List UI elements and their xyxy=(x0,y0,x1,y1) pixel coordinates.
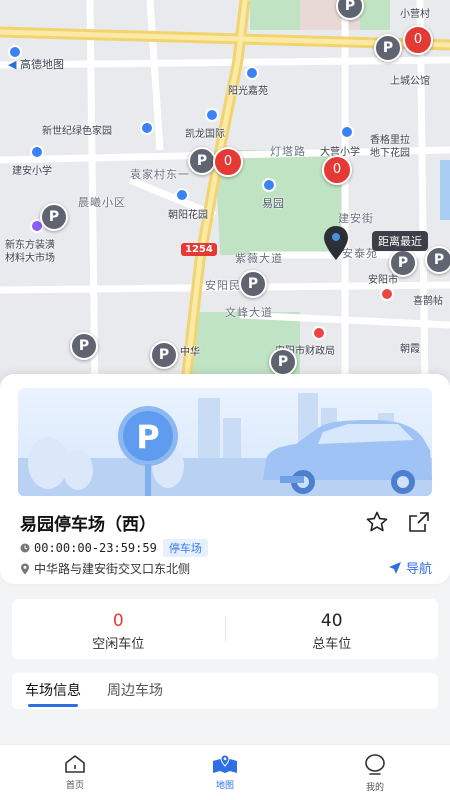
parking-pin[interactable]: P xyxy=(269,348,297,376)
bottom-navigation: 首页 地图 我的 xyxy=(0,744,450,800)
parking-pin[interactable]: P xyxy=(150,341,178,369)
parking-address: 中华路与建安街交叉口东北侧 xyxy=(34,562,191,576)
total-spaces-stat: 40 总车位 xyxy=(226,599,439,659)
map-label: 朝霞 xyxy=(400,344,420,355)
parking-pin[interactable]: P xyxy=(425,246,450,274)
amap-logo-icon: ◀ xyxy=(8,58,17,71)
nav-home-label: 首页 xyxy=(65,781,84,791)
road-label: 灯塔路 xyxy=(270,145,306,158)
map-label: 小营村 xyxy=(400,9,430,20)
poi-marker[interactable] xyxy=(175,188,189,202)
amap-logo-text: 高德地图 xyxy=(19,58,64,71)
nav-home[interactable]: 首页 xyxy=(0,745,150,800)
navigation-arrow-icon xyxy=(388,561,401,574)
parking-pin[interactable]: P xyxy=(374,34,402,62)
parking-stats: 0 空闲车位 40 总车位 xyxy=(12,599,438,659)
parking-pin[interactable]: P xyxy=(188,147,216,175)
parking-count-pin[interactable]: 0 xyxy=(403,25,433,55)
map-label: 新世纪绿色家园 xyxy=(42,126,112,137)
poi-marker[interactable] xyxy=(205,108,219,122)
profile-icon xyxy=(365,754,385,775)
nav-profile-label: 我的 xyxy=(365,783,384,793)
road-number-badge: 1254 xyxy=(181,243,217,256)
navigate-label: 导航 xyxy=(405,562,432,577)
poi-marker[interactable] xyxy=(380,287,394,301)
map-label: 朝阳花园 xyxy=(168,210,208,221)
map-label: 地下花园 xyxy=(370,148,410,159)
opening-hours: 00:00:00-23:59:59 xyxy=(34,541,157,555)
navigate-button[interactable]: 导航 xyxy=(388,558,432,577)
map-label: 易园 xyxy=(262,197,284,210)
map-label: 喜鹊帖 xyxy=(413,296,443,307)
parking-pin[interactable]: P xyxy=(40,203,68,231)
parking-detail-card: P 易园停车场（西） 00:00:00-23:59:59 停车场 中华路与建安街… xyxy=(0,374,450,584)
hours-row: 00:00:00-23:59:59 停车场 xyxy=(20,539,208,557)
free-spaces-label: 空闲车位 xyxy=(92,637,145,652)
home-icon xyxy=(65,755,85,773)
poi-marker[interactable] xyxy=(140,121,154,135)
road-label: 紫薇大道 xyxy=(235,252,283,265)
clock-icon xyxy=(20,543,30,553)
nav-profile[interactable]: 我的 xyxy=(300,745,450,800)
road-label: 晨曦小区 xyxy=(78,196,126,209)
location-small-icon xyxy=(21,563,29,574)
svg-text:P: P xyxy=(136,418,159,456)
map-icon xyxy=(213,754,237,773)
tab-nearby-lots[interactable]: 周边车场 xyxy=(94,673,176,709)
parking-pin[interactable]: P xyxy=(70,332,98,360)
map-view[interactable]: 新世纪绿色家园 凯龙国际 阳光嘉苑 香格里拉 地下花园 建安小学 袁家村东一 晨… xyxy=(0,0,450,390)
parking-count-pin[interactable]: 0 xyxy=(322,155,352,185)
tab-lot-info[interactable]: 车场信息 xyxy=(12,673,94,709)
parking-illustration: P xyxy=(18,393,432,496)
lot-type-badge: 停车场 xyxy=(162,539,208,557)
poi-marker[interactable] xyxy=(312,326,326,340)
poi-marker[interactable] xyxy=(30,145,44,159)
map-label: 凯龙国际 xyxy=(185,129,225,140)
nearest-tag: 距离最近 xyxy=(372,231,428,251)
parking-lot-name: 易园停车场（西） xyxy=(20,515,156,535)
total-spaces-label: 总车位 xyxy=(312,637,352,652)
map-label: 建安小学 xyxy=(12,166,52,177)
map-label: 材料大市场 xyxy=(5,253,55,264)
total-spaces-value: 40 xyxy=(320,611,343,631)
parking-pin[interactable]: P xyxy=(239,270,267,298)
poi-marker[interactable] xyxy=(340,125,354,139)
nav-map-label: 地图 xyxy=(215,781,234,791)
amap-logo: ◀ 高德地图 xyxy=(8,56,64,72)
map-label: 中华 xyxy=(180,347,200,358)
detail-tabs: 车场信息 周边车场 xyxy=(12,673,438,709)
poi-marker[interactable] xyxy=(262,178,276,192)
location-pin-icon[interactable] xyxy=(321,224,351,262)
share-icon[interactable] xyxy=(407,510,431,534)
parking-count-pin[interactable]: 0 xyxy=(213,147,243,177)
map-label: 上城公馆 xyxy=(390,76,430,87)
free-spaces-stat: 0 空闲车位 xyxy=(12,599,225,659)
free-spaces-value: 0 xyxy=(112,611,124,631)
road-label: 文峰大道 xyxy=(225,306,273,319)
address-row: 中华路与建安街交叉口东北侧 xyxy=(20,560,190,577)
nav-map[interactable]: 地图 xyxy=(150,745,300,800)
poi-marker[interactable] xyxy=(245,66,259,80)
road-label: 袁家村东一 xyxy=(130,168,190,181)
parking-pin[interactable]: P xyxy=(389,249,417,277)
parking-banner-image: P xyxy=(18,388,432,496)
favorite-star-icon[interactable] xyxy=(365,510,389,534)
map-label: 阳光嘉苑 xyxy=(228,86,268,97)
